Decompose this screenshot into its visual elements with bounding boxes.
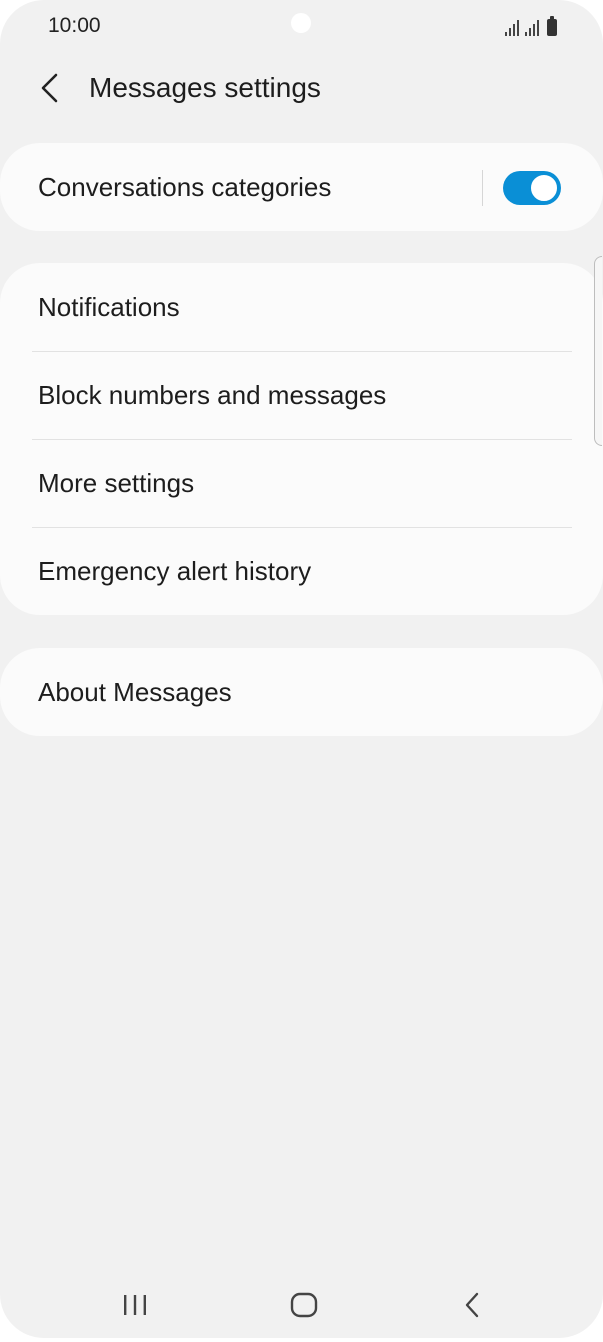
list-item-more-settings[interactable]: More settings [0, 439, 603, 527]
page-title: Messages settings [89, 72, 321, 103]
list-item-label: Block numbers and messages [38, 379, 387, 410]
phone-screen: 10:00 Messages settings Conversations ca… [0, 0, 603, 1338]
list-item-label: Notifications [38, 291, 180, 322]
camera-cutout [291, 13, 311, 33]
list-item-block-numbers[interactable]: Block numbers and messages [0, 351, 603, 439]
home-icon [290, 1292, 318, 1318]
list-item-label: Emergency alert history [38, 555, 312, 586]
recent-apps-button[interactable] [115, 1288, 155, 1322]
row-divider-vertical [482, 170, 483, 206]
app-header: Messages settings [0, 60, 603, 120]
chevron-left-icon [41, 73, 58, 103]
navigation-bar [0, 1270, 603, 1338]
settings-list-card: Notifications Block numbers and messages… [0, 263, 603, 615]
status-bar: 10:00 [0, 0, 603, 52]
list-item-emergency-alert-history[interactable]: Emergency alert history [0, 527, 603, 615]
signal-icon [525, 20, 539, 36]
list-item-label: More settings [38, 467, 195, 498]
conversations-categories-toggle[interactable] [503, 171, 561, 205]
back-button[interactable] [30, 68, 70, 108]
about-messages-label: About Messages [38, 676, 232, 707]
signal-icon [505, 20, 519, 36]
battery-icon [547, 16, 557, 36]
toggle-knob [529, 173, 559, 203]
list-item-notifications[interactable]: Notifications [0, 263, 603, 351]
recent-apps-icon [124, 1295, 146, 1315]
status-time: 10:00 [48, 14, 101, 37]
status-icons [505, 16, 557, 36]
back-icon [465, 1292, 479, 1318]
home-button[interactable] [284, 1288, 324, 1322]
scrollbar[interactable] [594, 256, 602, 446]
list-item-about-messages[interactable]: About Messages [0, 648, 603, 736]
conversations-categories-label: Conversations categories [38, 171, 332, 202]
about-card: About Messages [0, 648, 603, 736]
nav-back-button[interactable] [453, 1288, 493, 1322]
